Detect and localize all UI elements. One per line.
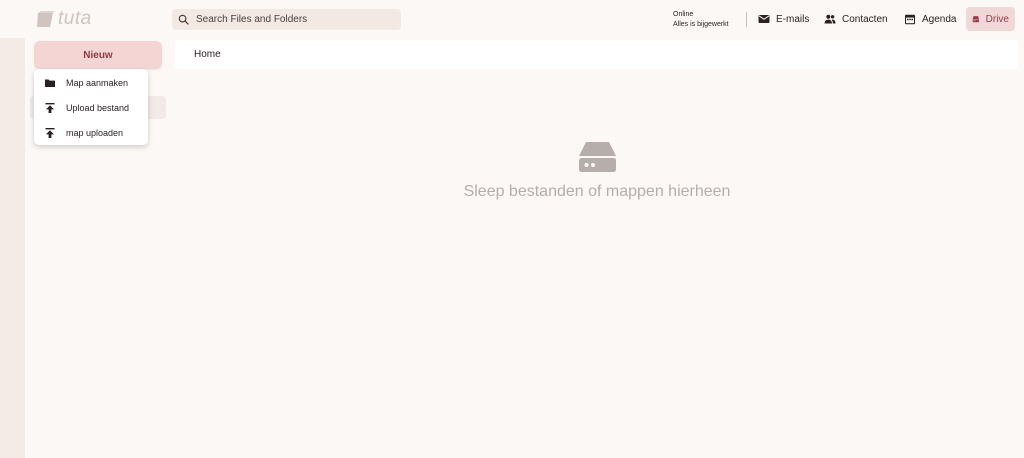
menu-item-create-folder[interactable]: Map aanmaken [34, 70, 148, 95]
divider [746, 12, 747, 27]
status-online: Online [673, 11, 694, 18]
search-input[interactable] [196, 14, 386, 25]
drive-icon [579, 142, 616, 172]
nav-drive-label: Drive [985, 13, 1009, 25]
contacts-icon [824, 14, 836, 24]
logo-text: tuta [58, 8, 92, 29]
breadcrumb: Home [175, 40, 1018, 69]
nav-drive[interactable]: Drive [966, 7, 1015, 31]
nav-emails[interactable]: E-mails [752, 7, 815, 31]
tuta-logo[interactable]: tuta [35, 8, 99, 30]
left-rail [0, 38, 25, 458]
folder-icon [45, 79, 55, 87]
breadcrumb-home[interactable]: Home [194, 49, 221, 60]
nav-contacten-label: Contacten [842, 13, 888, 25]
calendar-icon [905, 14, 915, 25]
menu-item-label: map uploaden [66, 127, 124, 138]
status-synced: Alles is bijgewerkt [673, 21, 729, 28]
upload-icon [45, 102, 55, 113]
logo-mark-icon [37, 11, 54, 27]
nav-agenda[interactable]: Agenda [898, 7, 962, 31]
nav-agenda-label: Agenda [922, 13, 957, 25]
search-icon [178, 14, 189, 25]
menu-item-label: Upload bestand [66, 102, 130, 113]
mail-icon [758, 15, 770, 23]
new-button[interactable]: Nieuw [34, 41, 162, 69]
search-box[interactable] [172, 9, 401, 30]
empty-state-message: Sleep bestanden of mappen hierheen [463, 183, 731, 200]
menu-item-upload-file[interactable]: Upload bestand [34, 95, 148, 120]
menu-item-upload-folder[interactable]: map uploaden [34, 120, 148, 145]
nav-emails-label: E-mails [776, 13, 810, 25]
nav-contacten[interactable]: Contacten [818, 7, 894, 31]
menu-item-label: Map aanmaken [66, 77, 129, 88]
new-menu-dropdown: Map aanmaken Upload bestand map uploaden [34, 69, 148, 145]
drive-icon [972, 16, 980, 23]
sync-status: Online Alles is bijgewerkt [673, 10, 729, 30]
drive-app: tuta Online Alles is bijgewerkt E-mails [0, 0, 1024, 458]
top-bar: tuta Online Alles is bijgewerkt E-mails [0, 0, 1024, 38]
upload-icon [45, 127, 55, 138]
